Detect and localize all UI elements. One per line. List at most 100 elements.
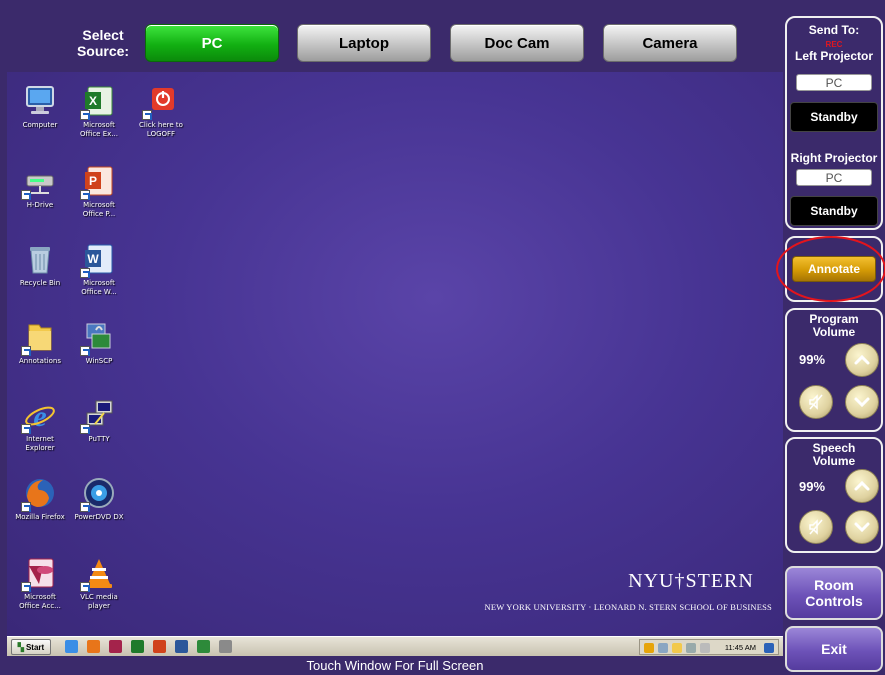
desktop-icon-label: Click here to LOGOFF <box>139 121 183 138</box>
start-label: Start <box>25 642 45 652</box>
internet-explorer-icon: e <box>21 398 57 434</box>
send-to-title: Send To: <box>808 23 860 37</box>
tray-show-desktop-icon[interactable] <box>764 643 774 653</box>
program-volume-title: Program Volume <box>809 312 859 339</box>
desktop-icon-computer[interactable]: Computer <box>9 84 71 130</box>
recycle-bin-icon <box>23 242 57 276</box>
mute-icon <box>809 519 823 535</box>
taskbar: ▚ Start 11:45 AM <box>7 636 783 656</box>
desktop-icon-word[interactable]: W Microsoft Office W... <box>68 242 130 297</box>
annotate-button[interactable]: Annotate <box>792 256 876 282</box>
source-pc-button[interactable]: PC <box>145 24 279 62</box>
folder-icon <box>21 320 57 356</box>
desktop-icon-label: Mozilla Firefox <box>15 513 65 521</box>
desktop-icon-label: Microsoft Office P... <box>82 201 116 218</box>
program-volume-level: 99% <box>799 352 826 367</box>
desktop-screen[interactable]: Computer X Microsoft Office Ex... Click … <box>7 72 783 636</box>
desktop-icon-vlc[interactable]: VLC media player <box>68 556 130 611</box>
quicklaunch-word-icon[interactable] <box>175 640 188 653</box>
rec-indicator: REC <box>825 40 843 49</box>
program-volume-down-button[interactable] <box>845 385 879 419</box>
desktop-icon-label: H-Drive <box>26 201 54 209</box>
nyu-stern-logo: NYU†STERN <box>628 570 754 592</box>
desktop-icon-powerpoint[interactable]: P Microsoft Office P... <box>68 164 130 219</box>
annotate-panel: Annotate <box>785 236 883 302</box>
nyu-stern-tagline: NEW YORK UNIVERSITY · LEONARD N. STERN S… <box>484 602 772 612</box>
desktop-icon-label: PowerDVD DX <box>74 513 124 521</box>
touch-fullscreen-hint[interactable]: Touch Window For Full Screen <box>7 656 783 675</box>
quicklaunch-powerpoint-icon[interactable] <box>153 640 166 653</box>
desktop-icon-putty[interactable]: PuTTY <box>68 398 130 444</box>
select-source-label: Select Source: <box>76 27 130 59</box>
chevron-down-icon <box>854 397 870 408</box>
room-controls-button[interactable]: Room Controls <box>785 566 883 620</box>
desktop-icon-firefox[interactable]: Mozilla Firefox <box>9 476 71 522</box>
left-projector-standby-button[interactable]: Standby <box>790 102 878 132</box>
speech-volume-level: 99% <box>799 479 826 494</box>
network-drive-icon <box>21 164 57 200</box>
tray-display-icon[interactable] <box>658 643 668 653</box>
source-camera-button[interactable]: Camera <box>603 24 737 62</box>
quicklaunch-excel-icon[interactable] <box>131 640 144 653</box>
chevron-up-icon <box>854 354 870 365</box>
speech-mute-button[interactable] <box>799 510 833 544</box>
tray-security-icon[interactable] <box>672 643 682 653</box>
right-projector-standby-button[interactable]: Standby <box>790 196 878 226</box>
source-laptop-button[interactable]: Laptop <box>297 24 431 62</box>
quicklaunch-putty-icon[interactable] <box>219 640 232 653</box>
desktop-icon-internet-explorer[interactable]: e Internet Explorer <box>9 398 71 453</box>
quicklaunch-ie-icon[interactable] <box>65 640 78 653</box>
quicklaunch-access-icon[interactable] <box>109 640 122 653</box>
firefox-icon <box>21 476 57 512</box>
desktop-icon-winscp[interactable]: WinSCP <box>68 320 130 366</box>
tray-clock: 11:45 AM <box>724 643 756 652</box>
source-doc-cam-button[interactable]: Doc Cam <box>450 24 584 62</box>
source-bar: Select Source: PC Laptop Doc Cam Camera <box>0 0 780 72</box>
word-icon: W <box>80 242 116 278</box>
desktop-icon-logoff[interactable]: Click here to LOGOFF <box>130 84 192 139</box>
computer-icon <box>23 84 57 118</box>
quicklaunch-firefox-icon[interactable] <box>87 640 100 653</box>
access-icon <box>21 556 57 592</box>
desktop-icon-excel[interactable]: X Microsoft Office Ex... <box>68 84 130 139</box>
excel-icon: X <box>80 84 116 120</box>
desktop-icon-annotations[interactable]: Annotations <box>9 320 71 366</box>
chevron-up-icon <box>854 480 870 491</box>
vlc-icon <box>80 556 116 592</box>
desktop-icon-powerdvd[interactable]: PowerDVD DX <box>68 476 130 522</box>
mute-icon <box>809 394 823 410</box>
desktop-icon-h-drive[interactable]: H-Drive <box>9 164 71 210</box>
desktop-icon-label: Recycle Bin <box>19 279 61 287</box>
svg-text:e: e <box>33 400 46 432</box>
exit-button[interactable]: Exit <box>785 626 883 672</box>
desktop-icon-label: VLC media player <box>80 593 118 610</box>
speech-volume-title: Speech Volume <box>812 441 856 468</box>
svg-text:X: X <box>89 94 97 108</box>
tray-monitor-icon[interactable] <box>686 643 696 653</box>
winscp-icon <box>80 320 116 356</box>
desktop-icon-label: Internet Explorer <box>25 435 55 452</box>
putty-icon <box>80 398 116 434</box>
program-volume-up-button[interactable] <box>845 343 879 377</box>
right-projector-label: Right Projector <box>790 151 878 165</box>
desktop-icon-recycle-bin[interactable]: Recycle Bin <box>9 242 71 288</box>
desktop-icon-label: Microsoft Office Acc... <box>19 593 61 610</box>
speech-volume-down-button[interactable] <box>845 510 879 544</box>
desktop-icon-label: Computer <box>22 121 58 129</box>
speech-volume-up-button[interactable] <box>845 469 879 503</box>
tray-network-icon[interactable] <box>644 643 654 653</box>
quicklaunch-winscp-icon[interactable] <box>197 640 210 653</box>
system-tray: 11:45 AM <box>639 639 779 655</box>
right-projector-source: PC <box>796 169 872 186</box>
program-mute-button[interactable] <box>799 385 833 419</box>
svg-text:W: W <box>87 252 99 266</box>
desktop-icon-label: Microsoft Office W... <box>81 279 117 296</box>
desktop-icon-access[interactable]: Microsoft Office Acc... <box>9 556 71 611</box>
logoff-icon <box>142 84 178 120</box>
start-button[interactable]: ▚ Start <box>11 639 51 655</box>
tray-volume-icon[interactable] <box>700 643 710 653</box>
program-volume-panel: Program Volume 99% <box>785 308 883 432</box>
desktop-icon-label: Microsoft Office Ex... <box>80 121 118 138</box>
left-projector-label: Left Projector <box>794 49 873 63</box>
send-to-panel: Send To: REC Left Projector PC Standby R… <box>785 16 883 230</box>
